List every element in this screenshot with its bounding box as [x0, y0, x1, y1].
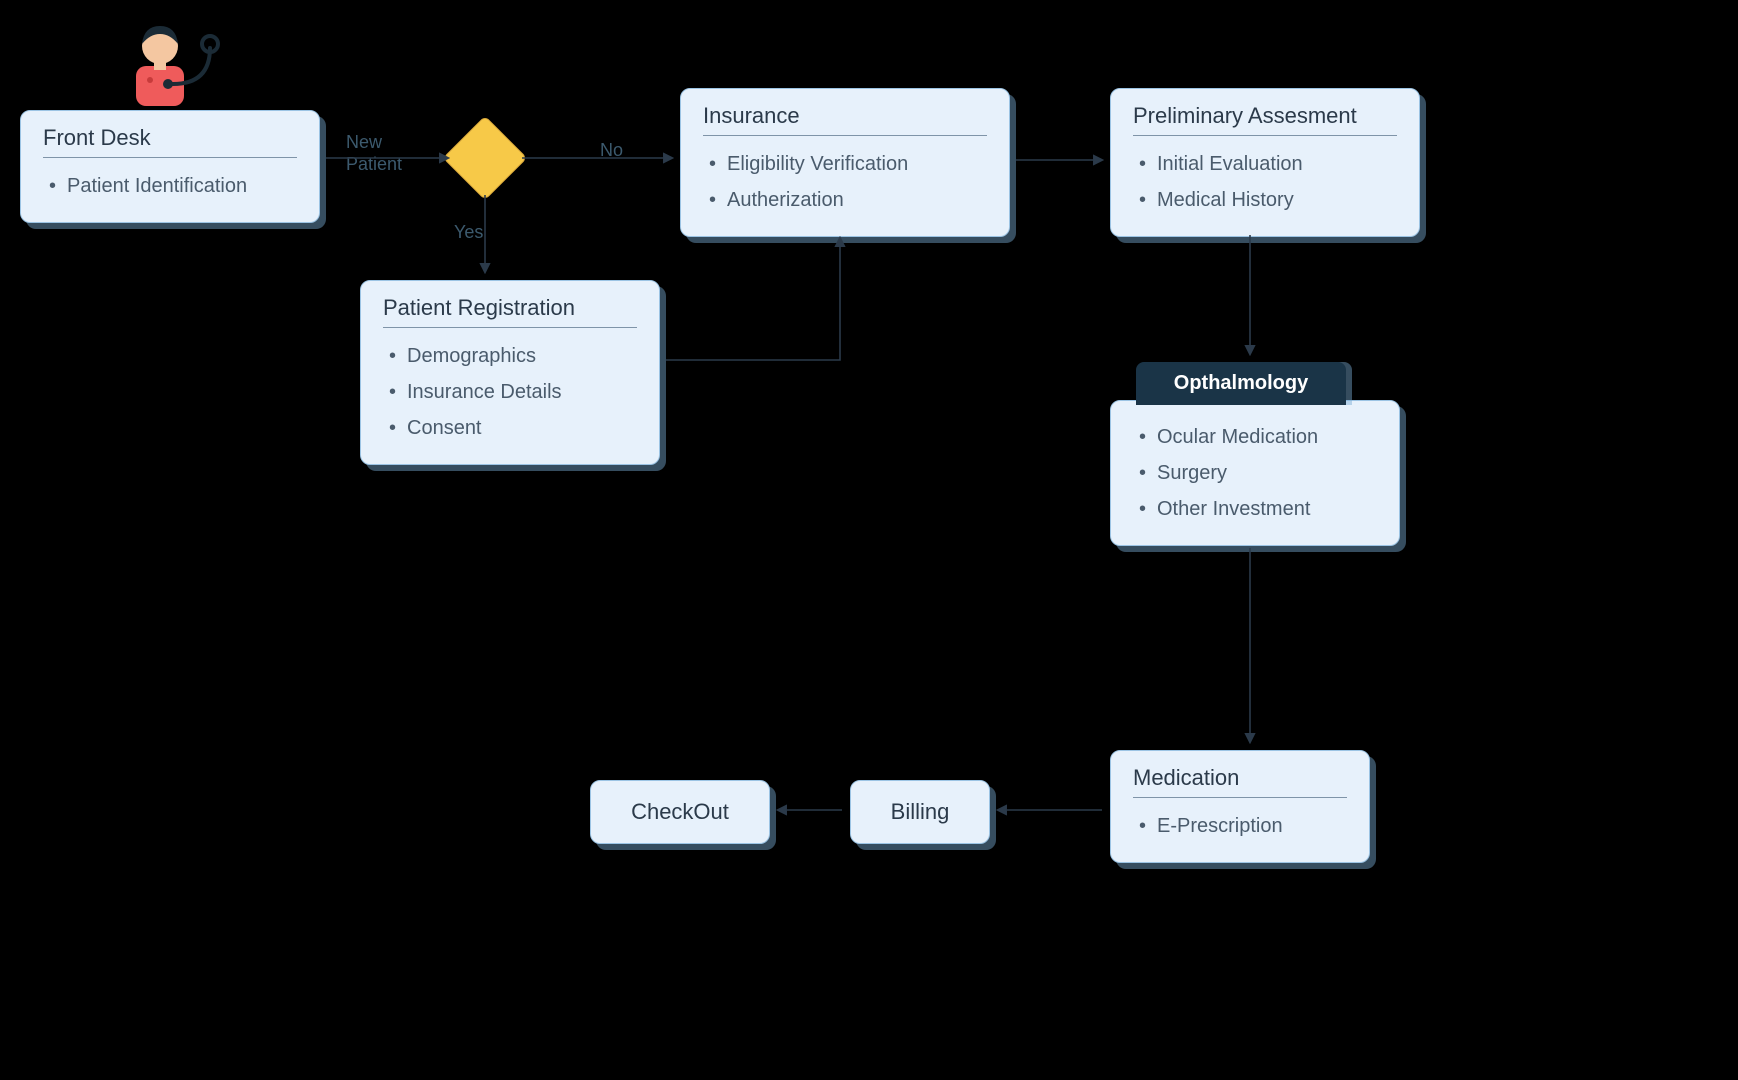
list-item: Surgery [1139, 455, 1377, 491]
list-item: Eligibility Verification [709, 146, 987, 182]
list-item: Patient Identification [49, 168, 297, 204]
node-billing: Billing [850, 780, 990, 844]
node-ophthalmology: Ocular Medication Surgery Other Investme… [1110, 400, 1400, 546]
node-checkout: CheckOut [590, 780, 770, 844]
node-title: Insurance [703, 103, 987, 136]
edge-label-no: No [600, 140, 623, 162]
node-patient-registration: Patient Registration Demographics Insura… [360, 280, 660, 465]
decision-diamond [443, 116, 528, 201]
node-items: Ocular Medication Surgery Other Investme… [1133, 419, 1377, 527]
list-item: Initial Evaluation [1139, 146, 1397, 182]
node-front-desk: Front Desk Patient Identification [20, 110, 320, 223]
list-item: Insurance Details [389, 374, 637, 410]
node-medication: Medication E-Prescription [1110, 750, 1370, 863]
doctor-icon [110, 18, 230, 118]
node-title: Front Desk [43, 125, 297, 158]
node-ophthalmology-header: Opthalmology [1136, 362, 1346, 405]
list-item: Medical History [1139, 182, 1397, 218]
list-item: Autherization [709, 182, 987, 218]
node-items: Eligibility Verification Autherization [703, 146, 987, 218]
edge-label-yes: Yes [454, 222, 483, 244]
node-items: Demographics Insurance Details Consent [383, 338, 637, 446]
node-items: Patient Identification [43, 168, 297, 204]
node-preliminary: Preliminary Assesment Initial Evaluation… [1110, 88, 1420, 237]
node-title: Medication [1133, 765, 1347, 798]
node-title: Preliminary Assesment [1133, 103, 1397, 136]
node-items: Initial Evaluation Medical History [1133, 146, 1397, 218]
edge-label-new-patient: New Patient [346, 132, 402, 175]
list-item: Ocular Medication [1139, 419, 1377, 455]
list-item: Consent [389, 410, 637, 446]
node-insurance: Insurance Eligibility Verification Authe… [680, 88, 1010, 237]
list-item: Demographics [389, 338, 637, 374]
node-title: Patient Registration [383, 295, 637, 328]
list-item: E-Prescription [1139, 808, 1347, 844]
node-items: E-Prescription [1133, 808, 1347, 844]
list-item: Other Investment [1139, 491, 1377, 527]
